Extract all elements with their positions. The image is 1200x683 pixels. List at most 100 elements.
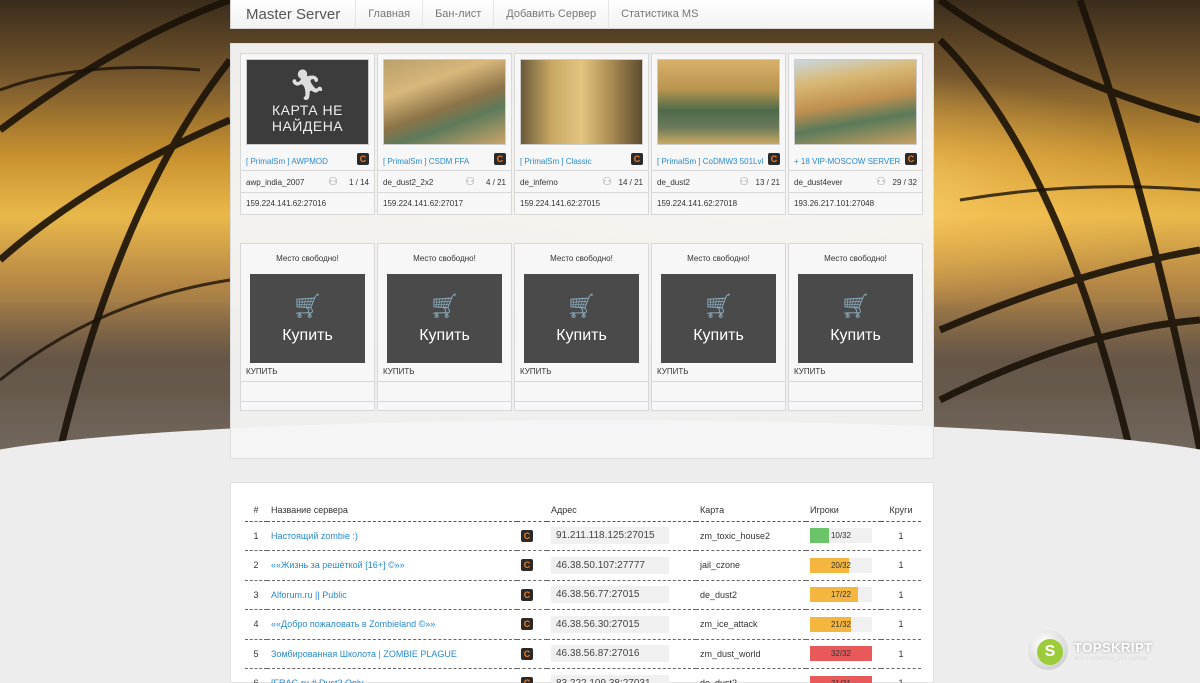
slot-empty-row: [789, 381, 922, 401]
buy-slot-button[interactable]: 🛒︎ Купить: [798, 274, 913, 363]
player-count: 1 / 14: [348, 178, 369, 187]
map-thumbnail: [794, 59, 917, 145]
buy-link[interactable]: КУПИТЬ: [515, 363, 648, 381]
players-bar: 20/32: [810, 557, 872, 573]
server-address[interactable]: 46.38.50.107:27777: [551, 556, 669, 574]
players-icon: ⚇: [465, 176, 475, 188]
featured-server-card[interactable]: + 18 VIP-MOSCOW SERVER C de_dust4ever ⚇ 29 …: [788, 53, 923, 215]
col-players[interactable]: Игроки: [806, 499, 881, 522]
players-cell: 20/32: [806, 550, 881, 581]
server-address[interactable]: 46.38.56.30:27015: [551, 615, 669, 633]
table-row[interactable]: 2 ««Жизнь за решёткой [16+] ©»» C 46.38.50.…: [245, 550, 921, 581]
table-row[interactable]: 4 ««Добро пожаловать в Zombieland ©»» C 46.…: [245, 609, 921, 640]
buy-slot-button[interactable]: 🛒︎ Купить: [250, 274, 365, 363]
featured-server-card[interactable]: [ PrimalSm ] CSDM FFA C de_dust2_2x2 ⚇ 4 / …: [377, 53, 512, 215]
nav-item-home[interactable]: Главная: [355, 0, 422, 29]
nav-item-stats[interactable]: Статистика MS: [608, 0, 710, 29]
col-rounds[interactable]: Круги: [881, 499, 921, 522]
server-name-link[interactable]: [FRAG.ru # Dust2 Only: [267, 668, 517, 683]
cs-game-icon: C: [357, 153, 369, 165]
buy-link[interactable]: КУПИТЬ: [241, 363, 374, 381]
address-cell: 46.38.56.30:27015: [547, 609, 696, 640]
players-text: 32/32: [830, 649, 852, 659]
cart-icon: 🛒︎: [703, 292, 734, 320]
server-name-link[interactable]: Настоящий zombie :): [267, 521, 517, 551]
rounds-cell: 1: [881, 580, 921, 610]
table-row[interactable]: 3 Alforum.ru || Public C 46.38.56.77:27015 d…: [245, 580, 921, 610]
featured-server-card[interactable]: 🏃︎ КАРТА НЕ НАЙДЕНА [ PrimalSm ] AWPMOD C…: [240, 53, 375, 215]
brand-title[interactable]: Master Server: [231, 0, 355, 29]
server-name-link[interactable]: Alforum.ru || Public: [267, 580, 517, 610]
map-screenshot: [658, 60, 779, 144]
buy-label: Купить: [282, 326, 333, 344]
players-text: 10/32: [830, 531, 852, 541]
server-address[interactable]: 159.224.141.62:27016: [246, 199, 326, 208]
free-slot-card: Место свободно! 🛒︎ Купить КУПИТЬ: [240, 243, 375, 411]
table-row[interactable]: 6[FRAG.ru # Dust2 Only C 83.222.109.38:270…: [245, 668, 921, 683]
server-name-link[interactable]: [ PrimalSm ] CoDMW3 501Lvl: [657, 157, 763, 166]
col-address[interactable]: Адрес: [547, 499, 696, 522]
cart-icon: 🛒︎: [292, 292, 323, 320]
server-name-link[interactable]: Зомбированная Школота | ZOMBIE PLAGUE: [267, 639, 517, 669]
col-num[interactable]: #: [245, 499, 267, 522]
buy-slot-button[interactable]: 🛒︎ Купить: [387, 274, 502, 363]
server-address[interactable]: 46.38.56.87:27016: [551, 645, 669, 663]
slot-empty-row: [378, 401, 511, 410]
nav-item-add-server[interactable]: Добавить Сервер: [493, 0, 608, 29]
row-num: 5: [245, 639, 267, 669]
players-bar-fill: [810, 528, 829, 544]
players-cell: 32/32: [806, 639, 881, 669]
top-navbar: Master Server Главная Бан-лист Добавить …: [230, 0, 934, 29]
featured-server-card[interactable]: [ PrimalSm ] CoDMW3 501Lvl C de_dust2 ⚇ 13 …: [651, 53, 786, 215]
buy-slot-button[interactable]: 🛒︎ Купить: [661, 274, 776, 363]
cs-game-icon: C: [521, 618, 533, 631]
server-address[interactable]: 159.224.141.62:27017: [383, 199, 463, 208]
cs-game-icon: C: [494, 153, 506, 165]
cs-game-icon: C: [521, 588, 533, 601]
server-list-panel: # Название сервера Адрес Карта Игроки Кр…: [230, 482, 934, 683]
server-address[interactable]: 91.211.118.125:27015: [551, 527, 669, 545]
featured-server-card[interactable]: [ PrimalSm ] Classic C de_inferno ⚇ 14 / 21…: [514, 53, 649, 215]
server-table: # Название сервера Адрес Карта Игроки Кр…: [245, 499, 921, 683]
buy-link[interactable]: КУПИТЬ: [789, 363, 922, 381]
game-cell: C: [517, 668, 547, 683]
slot-free-text: Место свободно!: [276, 254, 339, 263]
buy-link[interactable]: КУПИТЬ: [378, 363, 511, 381]
server-name-link[interactable]: + 18 VIP-MOSCOW SERVER: [794, 157, 900, 166]
row-num: 6: [245, 668, 267, 683]
server-address[interactable]: 83.222.109.38:27031: [551, 674, 669, 683]
buy-label: Купить: [419, 326, 470, 344]
player-count: 14 / 21: [618, 178, 643, 187]
table-row[interactable]: 5 Зомбированная Школота | ZOMBIE PLAGUE C 4…: [245, 639, 921, 669]
buy-slot-button[interactable]: 🛒︎ Купить: [524, 274, 639, 363]
slot-empty-row: [515, 401, 648, 410]
players-text: 20/32: [830, 560, 852, 570]
server-name-link[interactable]: [ PrimalSm ] AWPMOD: [246, 157, 328, 166]
col-map[interactable]: Карта: [696, 499, 806, 522]
nav-item-banlist[interactable]: Бан-лист: [422, 0, 493, 29]
watermark-brand: TOPSKRIPT: [1074, 640, 1153, 655]
map-not-found-image: 🏃︎ КАРТА НЕ НАЙДЕНА: [247, 60, 368, 144]
map-thumbnail: [657, 59, 780, 145]
map-thumbnail: [383, 59, 506, 145]
server-address[interactable]: 159.224.141.62:27015: [520, 199, 600, 208]
server-name-link[interactable]: ««Жизнь за решёткой [16+] ©»»: [267, 550, 517, 581]
map-cell: de_dust2: [696, 668, 806, 683]
slot-free-text: Место свободно!: [687, 254, 750, 263]
cs-game-icon: C: [768, 153, 780, 165]
col-name[interactable]: Название сервера: [267, 499, 517, 522]
map-screenshot: [384, 60, 505, 144]
server-name-link[interactable]: [ PrimalSm ] Classic: [520, 157, 592, 166]
map-name: awp_india_2007: [246, 178, 305, 187]
server-name-link[interactable]: [ PrimalSm ] CSDM FFA: [383, 157, 469, 166]
server-address[interactable]: 193.26.217.101:27048: [794, 199, 874, 208]
server-name-link[interactable]: ««Добро пожаловать в Zombieland ©»»: [267, 609, 517, 640]
topskript-watermark: S TOPSKRIPT всё о скриптах для сайтов: [1026, 628, 1200, 676]
players-text: 17/22: [830, 590, 852, 600]
slot-empty-row: [515, 381, 648, 401]
map-thumbnail: [520, 59, 643, 145]
buy-link[interactable]: КУПИТЬ: [652, 363, 785, 381]
server-address[interactable]: 46.38.56.77:27015: [551, 586, 669, 604]
server-address[interactable]: 159.224.141.62:27018: [657, 199, 737, 208]
table-row[interactable]: 1 Настоящий zombie :) C 91.211.118.125:2701…: [245, 521, 921, 551]
